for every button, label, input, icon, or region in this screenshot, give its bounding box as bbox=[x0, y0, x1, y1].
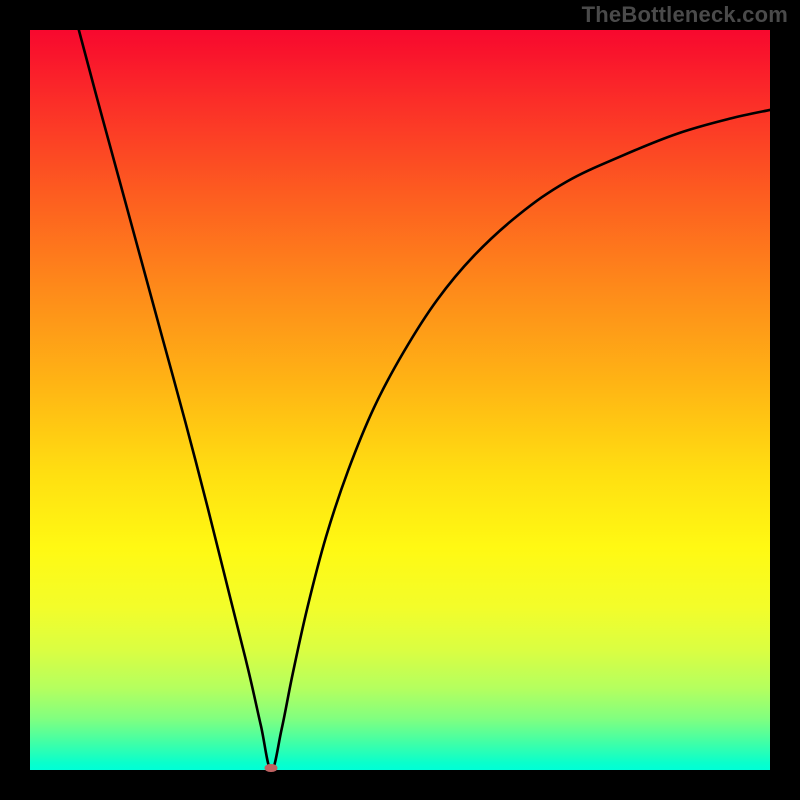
curve-svg bbox=[30, 30, 770, 770]
bottleneck-curve bbox=[79, 30, 770, 770]
minimum-marker bbox=[265, 764, 278, 772]
chart-frame: TheBottleneck.com bbox=[0, 0, 800, 800]
plot-area bbox=[30, 30, 770, 770]
watermark-text: TheBottleneck.com bbox=[582, 2, 788, 28]
